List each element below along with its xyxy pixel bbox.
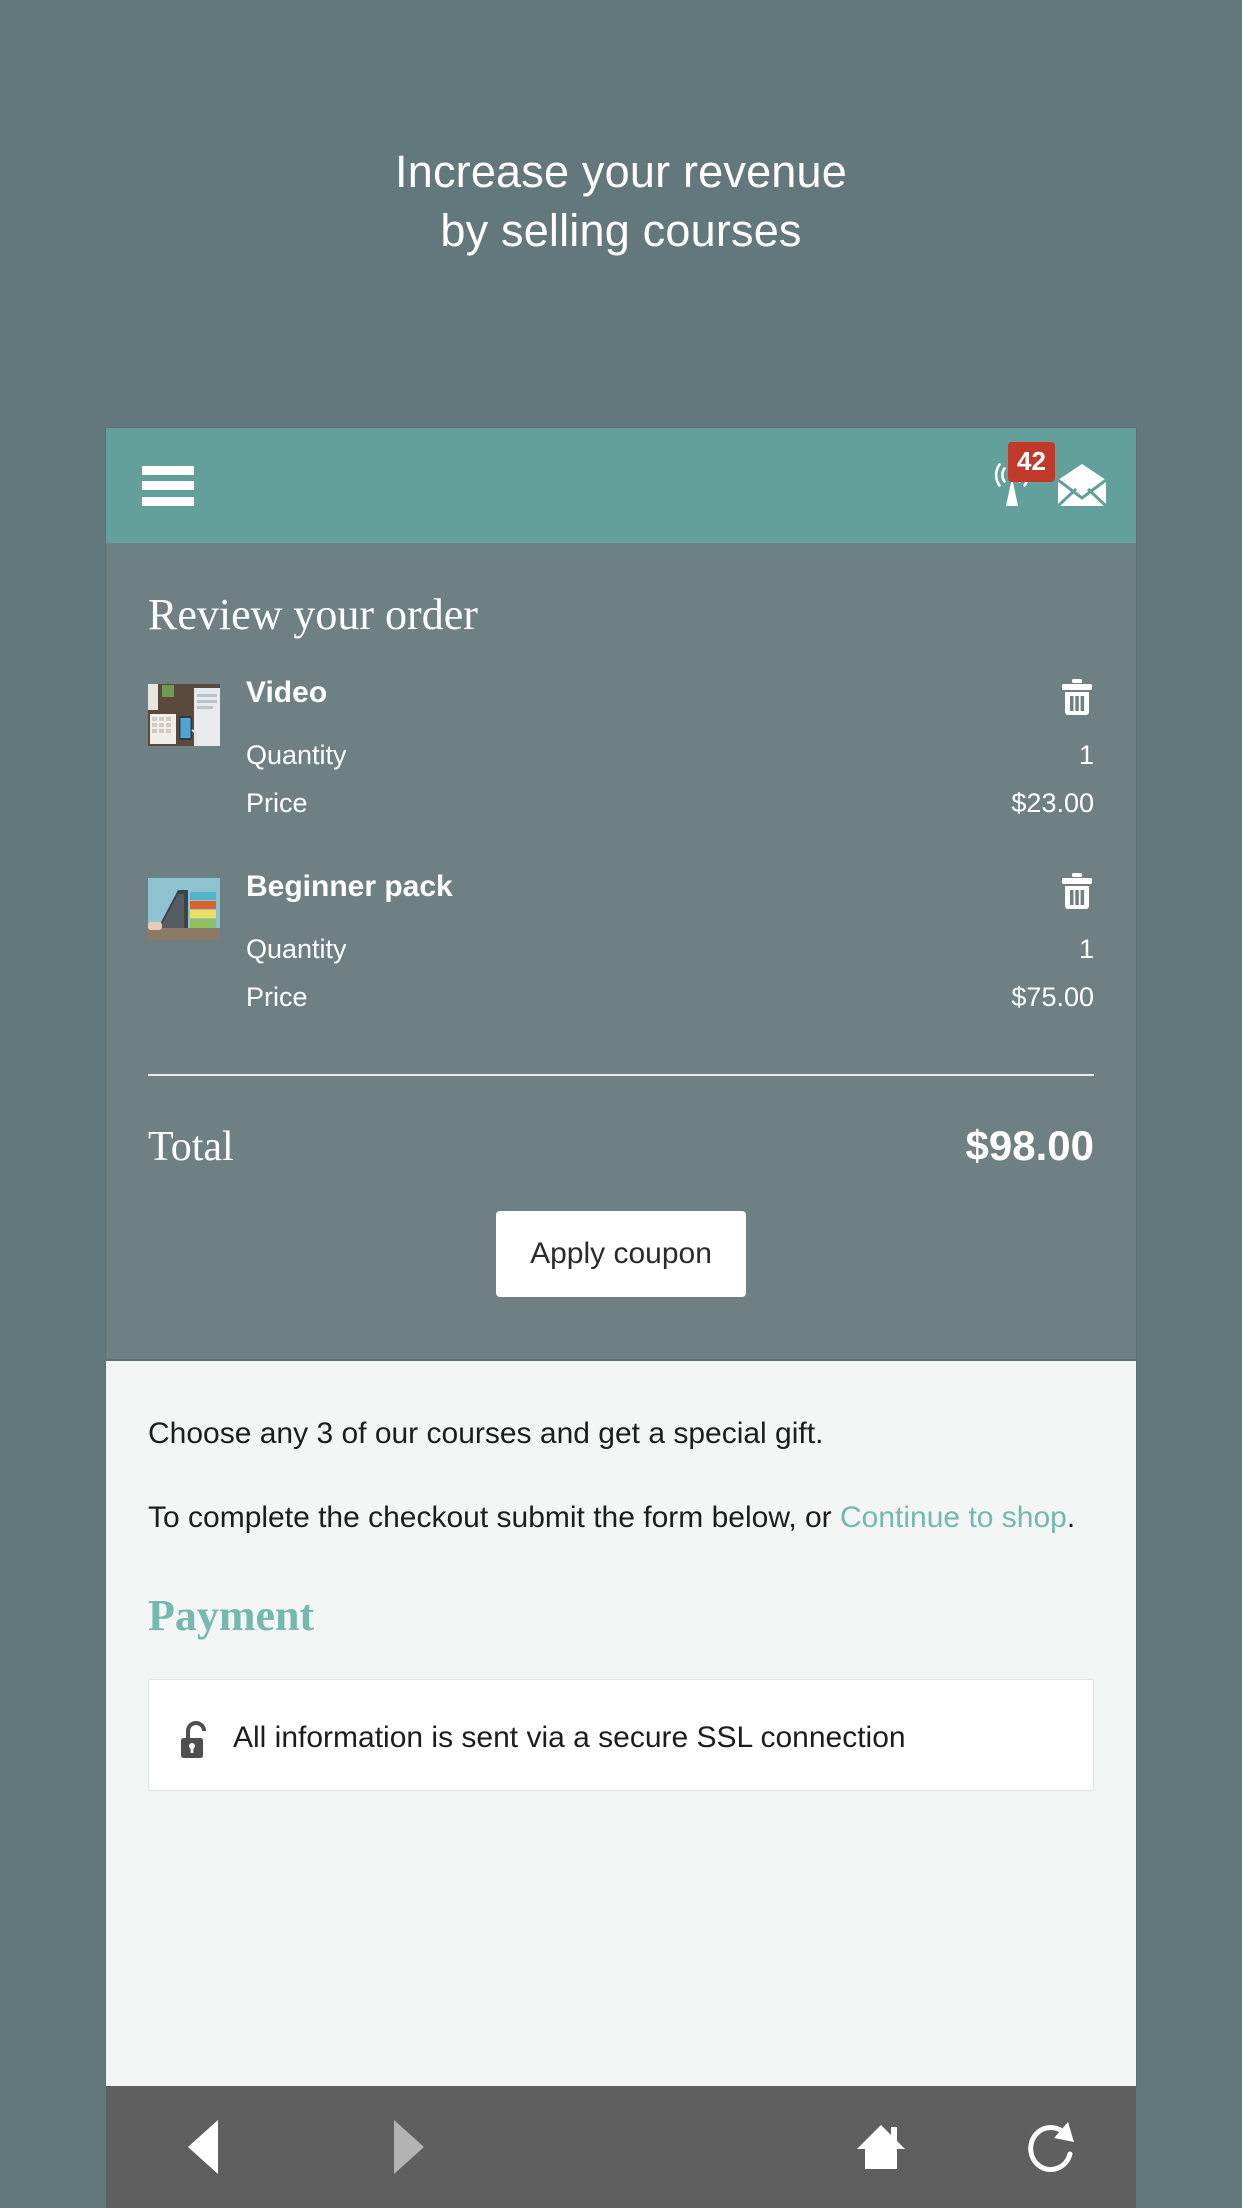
product-thumbnail <box>148 684 220 746</box>
order-item-name: Beginner pack <box>246 870 453 903</box>
apply-coupon-button[interactable]: Apply coupon <box>496 1211 746 1297</box>
order-item-body: Video Quantity 1 Price $23.00 <box>220 678 1094 838</box>
quantity-value: 1 <box>1078 740 1094 770</box>
checkout-instructions-prefix: To complete the checkout submit the form… <box>148 1501 841 1535</box>
checkout-instructions-suffix: . <box>1066 1501 1076 1535</box>
trash-icon[interactable] <box>1060 872 1094 910</box>
promo-title-line-1: Increase your revenue <box>395 146 847 197</box>
notification-badge: 42 <box>1008 441 1055 482</box>
payment-heading: Payment <box>148 1590 315 1640</box>
order-item: Beginner pack Quantity 1 Price $75.00 <box>148 872 1094 1066</box>
order-item-header: Beginner pack <box>246 872 1094 936</box>
hamburger-bar-1 <box>142 465 194 475</box>
browser-viewport: 42 Review your order Video Quantity 1 Pr… <box>106 428 1136 2086</box>
back-arrow-icon[interactable] <box>106 2086 306 2208</box>
price-value: $23.00 <box>1011 788 1094 818</box>
total-label: Total <box>148 1124 234 1170</box>
hamburger-bar-3 <box>142 496 194 506</box>
promo-banner: Increase your revenue by selling courses <box>0 0 1242 424</box>
price-value: $75.00 <box>1011 982 1094 1012</box>
coupon-button-wrapper: Apply coupon <box>148 1211 1094 1359</box>
page-title: Increase your revenue by selling courses <box>395 142 847 261</box>
price-label: Price <box>246 982 308 1012</box>
order-total-row: Total $98.00 <box>148 1076 1094 1211</box>
trash-icon[interactable] <box>1060 678 1094 716</box>
app-bar: 42 <box>106 428 1136 543</box>
gift-notice-text: Choose any 3 of our courses and get a sp… <box>148 1417 824 1450</box>
order-item-name: Video <box>246 676 328 709</box>
order-item-price-row: Price $75.00 <box>246 984 1094 1032</box>
continue-to-shop-link[interactable]: Continue to shop <box>840 1501 1067 1534</box>
order-summary-panel: Review your order Video Quantity 1 Price… <box>106 543 1136 1361</box>
quantity-label: Quantity <box>246 740 347 770</box>
order-item-price-row: Price $23.00 <box>246 790 1094 838</box>
order-item-quantity-row: Quantity 1 <box>246 742 1094 790</box>
price-label: Price <box>246 788 308 818</box>
product-thumbnail <box>148 878 220 940</box>
quantity-value: 1 <box>1078 934 1094 964</box>
ssl-notice: All information is sent via a secure SSL… <box>148 1678 1094 1791</box>
forward-arrow-icon[interactable] <box>306 2086 506 2208</box>
order-item-body: Beginner pack Quantity 1 Price $75.00 <box>220 872 1094 1032</box>
home-icon[interactable] <box>796 2086 966 2208</box>
envelope-icon[interactable] <box>1054 458 1110 514</box>
promo-title-line-2: by selling courses <box>440 205 802 257</box>
order-item-header: Video <box>246 678 1094 742</box>
unlocked-padlock-icon <box>179 1720 213 1760</box>
checkout-content: Choose any 3 of our courses and get a sp… <box>106 1361 1136 1791</box>
total-value: $98.00 <box>965 1122 1094 1169</box>
order-item: Video Quantity 1 Price $23.00 <box>148 678 1094 872</box>
checkout-instructions: To complete the checkout submit the form… <box>148 1499 1094 1583</box>
hamburger-bar-2 <box>142 481 194 490</box>
browser-bottom-nav <box>106 2086 1136 2208</box>
app-bar-actions: 42 <box>984 441 1110 514</box>
hamburger-menu-icon[interactable] <box>142 465 194 506</box>
ssl-notice-text: All information is sent via a secure SSL… <box>233 1720 906 1754</box>
quantity-label: Quantity <box>246 934 347 964</box>
order-item-quantity-row: Quantity 1 <box>246 936 1094 984</box>
broadcast-tower-icon[interactable]: 42 <box>984 441 1055 514</box>
order-heading: Review your order <box>148 590 478 639</box>
reload-icon[interactable] <box>966 2086 1136 2208</box>
